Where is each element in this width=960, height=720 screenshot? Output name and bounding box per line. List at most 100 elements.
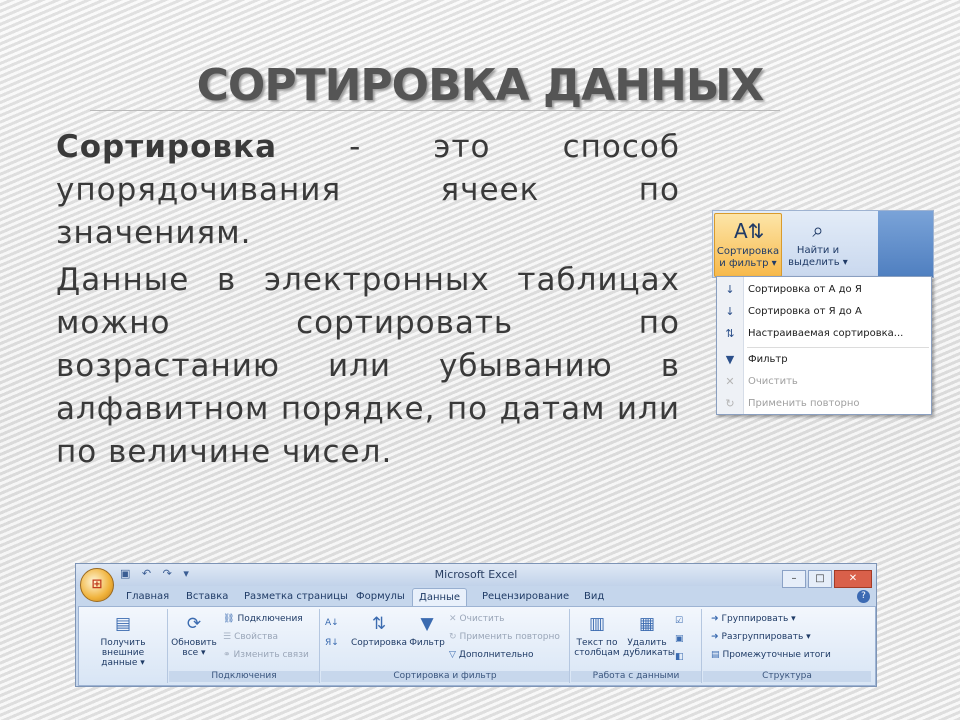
data-ribbon: ▤ Получить внешние данные ▾ ⟳ Обновить в… (78, 606, 876, 686)
what-if-button[interactable]: ◧ (675, 649, 687, 665)
menu-item-sort-za[interactable]: ↓ Сортировка от Я до А (717, 301, 931, 323)
sort-filter-icon: A⇅ (734, 219, 765, 243)
refresh-all-label: Обновить все ▾ (171, 638, 217, 658)
subtotal-icon: ▤ (711, 650, 720, 660)
tab-formulas[interactable]: Формулы (350, 588, 411, 606)
group-external-data: ▤ Получить внешние данные ▾ (79, 609, 168, 683)
sort-za-button[interactable]: Я↓ (325, 635, 342, 651)
reapply-label: Применить повторно (459, 632, 560, 642)
tab-insert[interactable]: Вставка (180, 588, 234, 606)
properties-label: Свойства (234, 632, 279, 642)
popup-ribbon-strip: A⇅ Сортировка и фильтр ▾ ⌕ Найти и выдел… (712, 210, 934, 278)
filter-label: Фильтр (409, 638, 445, 648)
data-validation-button[interactable]: ☑ (675, 613, 686, 629)
advanced-button[interactable]: ▽ Дополнительно (449, 647, 534, 663)
reapply-icon: ↻ (449, 632, 457, 642)
menu-item-label: Применить повторно (748, 398, 860, 409)
tab-review[interactable]: Рецензирование (476, 588, 575, 606)
menu-item-label: Фильтр (748, 354, 788, 365)
sort-az-icon: A↓ (325, 618, 339, 628)
tab-view[interactable]: Вид (578, 588, 610, 606)
menu-item-custom-sort[interactable]: ⇅ Настраиваемая сортировка... (717, 323, 931, 345)
sort-filter-menu: ↓ Сортировка от А до Я ↓ Сортировка от Я… (716, 276, 932, 415)
get-external-data-button[interactable]: ▤ Получить внешние данные ▾ (83, 613, 163, 668)
properties-button[interactable]: ☰ Свойства (223, 629, 278, 645)
sort-filter-label: Сортировка и фильтр ▾ (716, 246, 780, 269)
term-sort: Сортировка (56, 129, 277, 165)
consolidate-icon: ▣ (675, 634, 684, 644)
group-button[interactable]: ➜ Группировать ▾ (711, 611, 796, 627)
group-data-tools: ▥ Текст по столбцам ▦ Удалить дубликаты … (571, 609, 702, 683)
window-controls: – □ ✕ (780, 566, 872, 588)
tab-page-layout[interactable]: Разметка страницы (238, 588, 354, 606)
sort-az-button[interactable]: A↓ (325, 615, 342, 631)
text-to-columns-button[interactable]: ▥ Текст по столбцам (573, 613, 621, 658)
consolidate-button[interactable]: ▣ (675, 631, 687, 647)
menu-separator (747, 347, 929, 348)
filter-icon: ▼ (420, 614, 434, 634)
paragraph-description: Данные в электронных таблицах можно сорт… (56, 262, 680, 470)
sort-filter-button[interactable]: A⇅ Сортировка и фильтр ▾ (714, 213, 782, 277)
group-label-data-tools: Работа с данными (571, 671, 701, 682)
menu-item-filter[interactable]: ▼ Фильтр (717, 349, 931, 371)
menu-item-clear[interactable]: ✕ Очистить (717, 371, 931, 393)
refresh-icon: ⟳ (186, 614, 202, 634)
menu-item-label: Настраиваемая сортировка... (748, 328, 904, 339)
clear-label: Очистить (459, 614, 505, 624)
group-sort-filter: A↓ Я↓ ⇅ Сортировка ▼ Фильтр ✕ Очистить ↻ П… (321, 609, 570, 683)
remove-duplicates-label: Удалить дубликаты (623, 638, 676, 658)
clear-filter-icon: ✕ (725, 375, 735, 388)
tab-home[interactable]: Главная (120, 588, 175, 606)
sort-za-icon: ↓ (725, 305, 735, 318)
ungroup-button[interactable]: ➜ Разгруппировать ▾ (711, 629, 811, 645)
group-connections: ⟳ Обновить все ▾ ⛓ Подключения ☰ Свойства … (169, 609, 320, 683)
what-if-icon: ◧ (675, 652, 684, 662)
group-label-connections: Подключения (169, 671, 319, 682)
slide-body: Сортировка - это способ упорядочивания я… (56, 126, 680, 478)
connections-label: Подключения (237, 614, 303, 624)
refresh-all-button[interactable]: ⟳ Обновить все ▾ (171, 613, 217, 658)
group-outline: ➜ Группировать ▾ ➜ Разгруппировать ▾ ▤ Пром… (703, 609, 871, 683)
group-label: Группировать ▾ (721, 614, 796, 624)
menu-item-sort-az[interactable]: ↓ Сортировка от А до Я (717, 279, 931, 301)
slide-title: СОРТИРОВКА ДАННЫХ (196, 60, 765, 111)
binoculars-icon: ⌕ (812, 218, 824, 242)
clear-filter-icon: ✕ (449, 614, 457, 624)
advanced-filter-icon: ▽ (449, 650, 456, 660)
edit-links-label: Изменить связи (233, 650, 309, 660)
find-select-button[interactable]: ⌕ Найти и выделить ▾ (785, 213, 851, 275)
properties-icon: ☰ (223, 632, 232, 642)
external-data-icon: ▤ (114, 614, 132, 634)
excel-window: ⊞ ▣ ↶ ↷ ▾ Microsoft Excel – □ ✕ Главная Вс… (75, 563, 877, 687)
sort-label: Сортировка (351, 638, 408, 648)
connections-button[interactable]: ⛓ Подключения (223, 611, 303, 627)
data-validation-icon: ☑ (675, 616, 684, 626)
sort-az-icon: ↓ (725, 283, 735, 296)
edit-links-icon: ⚭ (223, 650, 231, 660)
ungroup-label: Разгруппировать ▾ (721, 632, 811, 642)
edit-links-button[interactable]: ⚭ Изменить связи (223, 647, 309, 663)
filter-button[interactable]: ▼ Фильтр (409, 613, 445, 648)
text-to-columns-label: Текст по столбцам (574, 638, 620, 658)
group-label-sort-filter: Сортировка и фильтр (321, 671, 569, 682)
subtotal-label: Промежуточные итоги (722, 650, 831, 660)
remove-duplicates-button[interactable]: ▦ Удалить дубликаты (623, 613, 675, 658)
menu-item-label: Сортировка от А до Я (748, 284, 862, 295)
subtotal-button[interactable]: ▤ Промежуточные итоги (711, 647, 831, 663)
excel-titlebar: ⊞ ▣ ↶ ↷ ▾ Microsoft Excel – □ ✕ (76, 564, 876, 602)
menu-item-reapply[interactable]: ↻ Применить повторно (717, 393, 931, 415)
ribbon-tabs: Главная Вставка Разметка страницы Формул… (76, 586, 876, 607)
get-external-data-label: Получить внешние данные ▾ (100, 638, 146, 668)
tab-data[interactable]: Данные (412, 588, 468, 607)
connections-icon: ⛓ (223, 614, 235, 624)
sort-button[interactable]: ⇅ Сортировка (351, 613, 407, 648)
ungroup-icon: ➜ (711, 632, 719, 642)
sort-filter-popup: A⇅ Сортировка и фильтр ▾ ⌕ Найти и выдел… (712, 210, 934, 415)
remove-duplicates-icon: ▦ (638, 614, 656, 634)
help-icon[interactable]: ? (857, 590, 870, 603)
reapply-button[interactable]: ↻ Применить повторно (449, 629, 560, 645)
office-button[interactable]: ⊞ (80, 568, 114, 602)
paragraph-definition: Сортировка - это способ упорядочивания я… (56, 126, 680, 255)
clear-button[interactable]: ✕ Очистить (449, 611, 504, 627)
filter-icon: ▼ (725, 353, 735, 366)
